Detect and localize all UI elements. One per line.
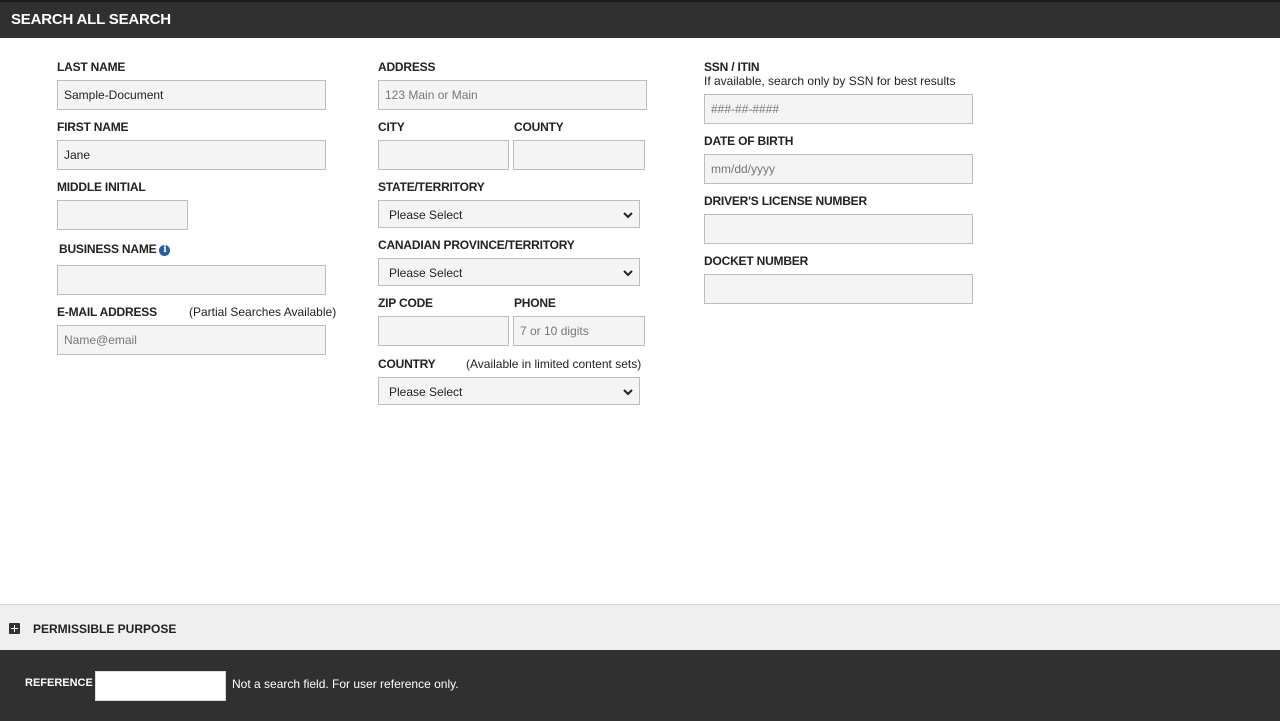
city-input[interactable]: [378, 140, 509, 170]
ssn-label: SSN / ITIN: [704, 60, 760, 74]
city-label: CITY: [378, 120, 405, 134]
license-label: DRIVER'S LICENSE NUMBER: [704, 194, 867, 208]
province-select[interactable]: Please Select: [378, 258, 640, 286]
country-select[interactable]: Please Select: [378, 377, 640, 405]
zip-input[interactable]: [378, 316, 509, 346]
info-icon[interactable]: i: [159, 245, 171, 256]
first-name-input[interactable]: [57, 140, 326, 170]
business-name-input[interactable]: [57, 265, 326, 295]
county-input[interactable]: [513, 140, 645, 170]
permissible-purpose-section[interactable]: PERMISSIBLE PURPOSE: [0, 604, 1280, 650]
permissible-purpose-label[interactable]: PERMISSIBLE PURPOSE: [33, 622, 176, 636]
ssn-input[interactable]: [704, 94, 973, 124]
reference-note: Not a search field. For user reference o…: [232, 677, 459, 691]
state-select[interactable]: Please Select: [378, 200, 640, 228]
middle-initial-input[interactable]: [57, 200, 188, 230]
last-name-label: LAST NAME: [57, 60, 126, 74]
middle-initial-label: MIDDLE INITIAL: [57, 180, 146, 194]
country-label: COUNTRY: [378, 357, 436, 371]
country-limited-note: (Available in limited content sets): [466, 357, 642, 371]
first-name-label: FIRST NAME: [57, 120, 129, 134]
expand-plus-icon[interactable]: [9, 623, 20, 634]
email-label: E-MAIL ADDRESS: [57, 305, 157, 319]
county-label: COUNTY: [514, 120, 564, 134]
state-select-value: Please Select: [389, 208, 463, 222]
email-input[interactable]: [57, 325, 326, 355]
province-label: CANADIAN PROVINCE/TERRITORY: [378, 238, 575, 252]
province-select-value: Please Select: [389, 266, 463, 280]
chevron-down-icon: [623, 212, 633, 219]
dob-input[interactable]: [704, 154, 973, 184]
country-select-value: Please Select: [389, 385, 463, 399]
page-header: SEARCH ALL SEARCH: [0, 0, 1280, 38]
phone-input[interactable]: [513, 316, 645, 346]
business-name-label: BUSINESS NAME: [59, 242, 157, 256]
email-partial-note: (Partial Searches Available): [189, 305, 337, 319]
reference-footer: REFERENCE Not a search field. For user r…: [0, 650, 1280, 721]
docket-label: DOCKET NUMBER: [704, 254, 809, 268]
reference-input[interactable]: [95, 671, 226, 701]
last-name-input[interactable]: [57, 80, 326, 110]
business-name-label-group: BUSINESS NAME i: [59, 242, 171, 256]
zip-label: ZIP CODE: [378, 296, 433, 310]
reference-label: REFERENCE: [25, 677, 93, 689]
chevron-down-icon: [623, 389, 633, 396]
page-title: SEARCH ALL SEARCH: [11, 11, 171, 28]
chevron-down-icon: [623, 270, 633, 277]
phone-label: PHONE: [514, 296, 556, 310]
address-label: ADDRESS: [378, 60, 436, 74]
license-input[interactable]: [704, 214, 973, 244]
dob-label: DATE OF BIRTH: [704, 134, 794, 148]
docket-input[interactable]: [704, 274, 973, 304]
ssn-hint: If available, search only by SSN for bes…: [704, 74, 956, 88]
address-input[interactable]: [378, 80, 647, 110]
state-label: STATE/TERRITORY: [378, 180, 485, 194]
